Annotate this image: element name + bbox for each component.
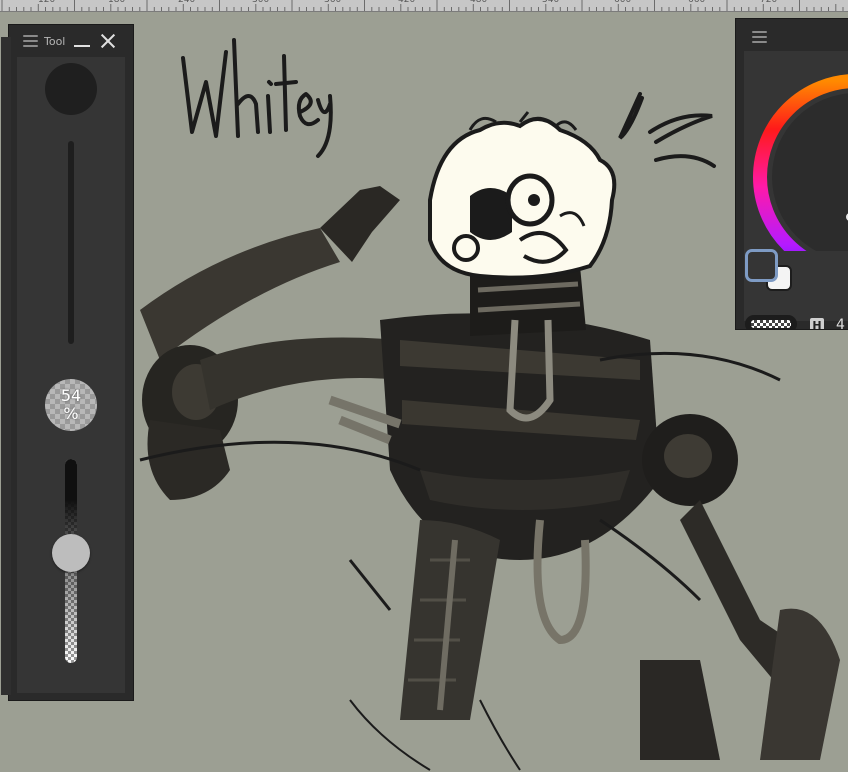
ruler-label: 480 xyxy=(470,0,488,5)
hamburger-icon[interactable] xyxy=(752,31,767,43)
hue-mode-button[interactable]: H xyxy=(810,318,824,329)
ruler-label: 600 xyxy=(614,0,632,5)
tool-panel-body: 54 % xyxy=(17,57,125,693)
opacity-slider-thumb[interactable] xyxy=(52,533,90,572)
ruler-label: 300 xyxy=(252,0,270,5)
color-panel-body: H 4 xyxy=(744,51,848,329)
ruler-label: 180 xyxy=(108,0,126,5)
ruler-ticks xyxy=(1,0,844,11)
motion-lines xyxy=(618,92,716,168)
handwritten-title-art xyxy=(181,38,333,158)
hue-value: 4 xyxy=(836,317,845,330)
transparent-color-toggle[interactable] xyxy=(745,315,797,329)
tool-panel: Tool 54 % xyxy=(1,24,134,701)
tool-panel-title: Tool xyxy=(44,34,66,48)
minimize-icon[interactable] xyxy=(74,45,90,47)
tool-panel-titlebar[interactable]: Tool xyxy=(9,25,133,57)
opacity-value: 54 xyxy=(60,386,82,405)
brush-size-slider[interactable] xyxy=(68,141,74,344)
ruler-label: 540 xyxy=(542,0,560,5)
character-head xyxy=(428,111,617,280)
foreground-color-swatch[interactable] xyxy=(745,249,778,282)
ruler-label: 240 xyxy=(178,0,196,5)
ruler-label: 120 xyxy=(38,0,56,5)
opacity-unit: % xyxy=(63,404,79,423)
ruler-label: 660 xyxy=(688,0,706,5)
hamburger-icon[interactable] xyxy=(23,35,38,47)
color-wheel[interactable] xyxy=(744,51,848,251)
transparency-pattern xyxy=(751,320,791,328)
ruler-label: 720 xyxy=(760,0,778,5)
top-ruler: 120 180 240 300 360 420 480 540 600 660 … xyxy=(0,0,848,12)
ruler-label: 360 xyxy=(324,0,342,5)
color-panel: H 4 xyxy=(735,18,848,330)
ruler-label: 420 xyxy=(398,0,416,5)
close-icon[interactable] xyxy=(101,34,115,48)
opacity-readout: 54 % xyxy=(45,379,97,431)
brush-size-preview xyxy=(45,63,97,115)
panel-shadow xyxy=(1,37,11,695)
